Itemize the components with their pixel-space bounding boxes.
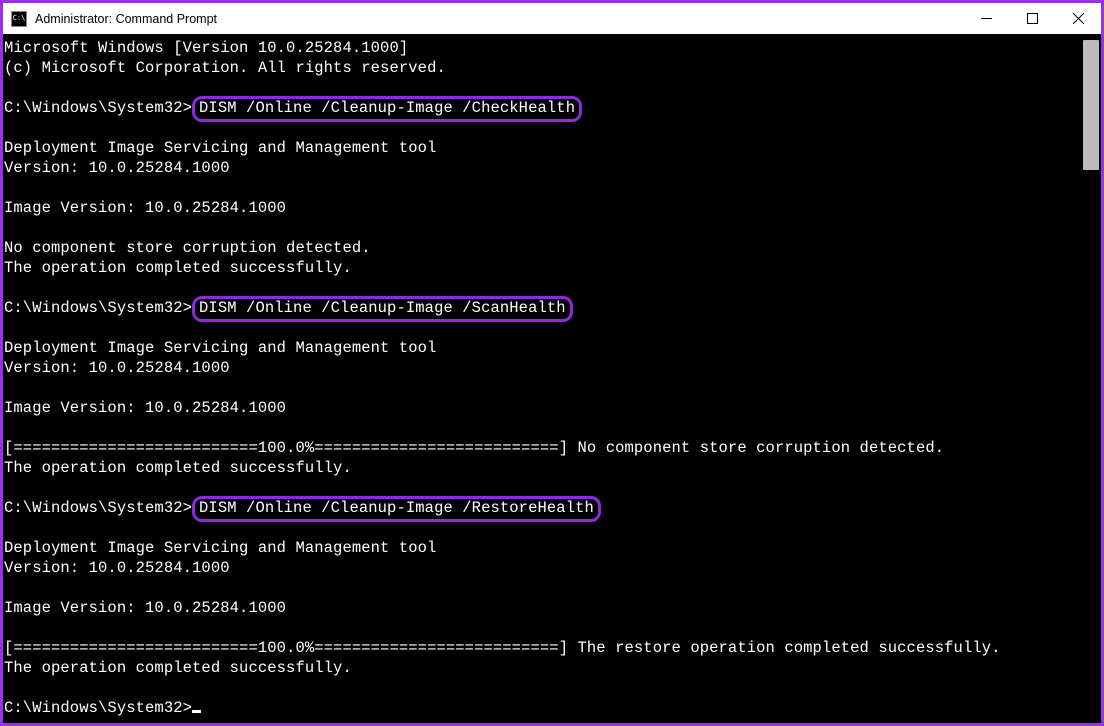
progress-bar: [==========================100.0%=======… <box>4 439 568 457</box>
terminal-line: C:\Windows\System32>DISM /Online /Cleanu… <box>4 98 1101 118</box>
terminal-line: Version: 10.0.25284.1000 <box>4 158 1101 178</box>
terminal-line: Deployment Image Servicing and Managemen… <box>4 138 1101 158</box>
terminal-line: No component store corruption detected. <box>4 238 1101 258</box>
minimize-button[interactable] <box>963 3 1009 34</box>
highlighted-command: DISM /Online /Cleanup-Image /ScanHealth <box>192 296 573 322</box>
prompt-path: C:\Windows\System32> <box>4 299 192 317</box>
terminal-line: (c) Microsoft Corporation. All rights re… <box>4 58 1101 78</box>
result-text: The restore operation completed successf… <box>568 639 1000 657</box>
cmd-window: C:\ Administrator: Command Prompt Micros… <box>3 3 1101 723</box>
prompt-path: C:\Windows\System32> <box>4 99 192 117</box>
window-controls <box>963 3 1101 34</box>
window-title: Administrator: Command Prompt <box>35 12 217 26</box>
terminal-line: Image Version: 10.0.25284.1000 <box>4 598 1101 618</box>
terminal-line <box>4 78 1101 98</box>
terminal-line: Image Version: 10.0.25284.1000 <box>4 198 1101 218</box>
highlighted-command: DISM /Online /Cleanup-Image /RestoreHeal… <box>192 496 601 522</box>
terminal-line: Deployment Image Servicing and Managemen… <box>4 538 1101 558</box>
terminal-line: Microsoft Windows [Version 10.0.25284.10… <box>4 38 1101 58</box>
scrollbar-thumb[interactable] <box>1083 40 1099 170</box>
close-button[interactable] <box>1055 3 1101 34</box>
terminal-line: C:\Windows\System32>DISM /Online /Cleanu… <box>4 498 1101 518</box>
terminal-line: The operation completed successfully. <box>4 458 1101 478</box>
terminal-line: Image Version: 10.0.25284.1000 <box>4 398 1101 418</box>
terminal-line <box>4 578 1101 598</box>
result-text: No component store corruption detected. <box>568 439 944 457</box>
prompt-path: C:\Windows\System32> <box>4 699 192 717</box>
cursor-icon <box>192 710 201 713</box>
progress-bar: [==========================100.0%=======… <box>4 639 568 657</box>
terminal-line: [==========================100.0%=======… <box>4 638 1101 658</box>
terminal-line: Deployment Image Servicing and Managemen… <box>4 338 1101 358</box>
maximize-button[interactable] <box>1009 3 1055 34</box>
terminal-line <box>4 278 1101 298</box>
terminal-line <box>4 178 1101 198</box>
highlighted-command: DISM /Online /Cleanup-Image /CheckHealth <box>192 96 582 122</box>
prompt-path: C:\Windows\System32> <box>4 499 192 517</box>
terminal-line: The operation completed successfully. <box>4 658 1101 678</box>
terminal-line: Version: 10.0.25284.1000 <box>4 358 1101 378</box>
titlebar[interactable]: C:\ Administrator: Command Prompt <box>3 3 1101 34</box>
cmd-icon: C:\ <box>11 11 27 27</box>
terminal-line: [==========================100.0%=======… <box>4 438 1101 458</box>
terminal-line: Version: 10.0.25284.1000 <box>4 558 1101 578</box>
terminal-line: C:\Windows\System32> <box>4 698 1101 718</box>
terminal-line <box>4 618 1101 638</box>
terminal-line <box>4 418 1101 438</box>
terminal-output[interactable]: Microsoft Windows [Version 10.0.25284.10… <box>3 34 1101 723</box>
terminal-line: C:\Windows\System32>DISM /Online /Cleanu… <box>4 298 1101 318</box>
cmd-icon-label: C:\ <box>13 15 26 22</box>
terminal-line <box>4 478 1101 498</box>
terminal-line <box>4 218 1101 238</box>
terminal-line <box>4 378 1101 398</box>
terminal-line: The operation completed successfully. <box>4 258 1101 278</box>
terminal-line <box>4 678 1101 698</box>
